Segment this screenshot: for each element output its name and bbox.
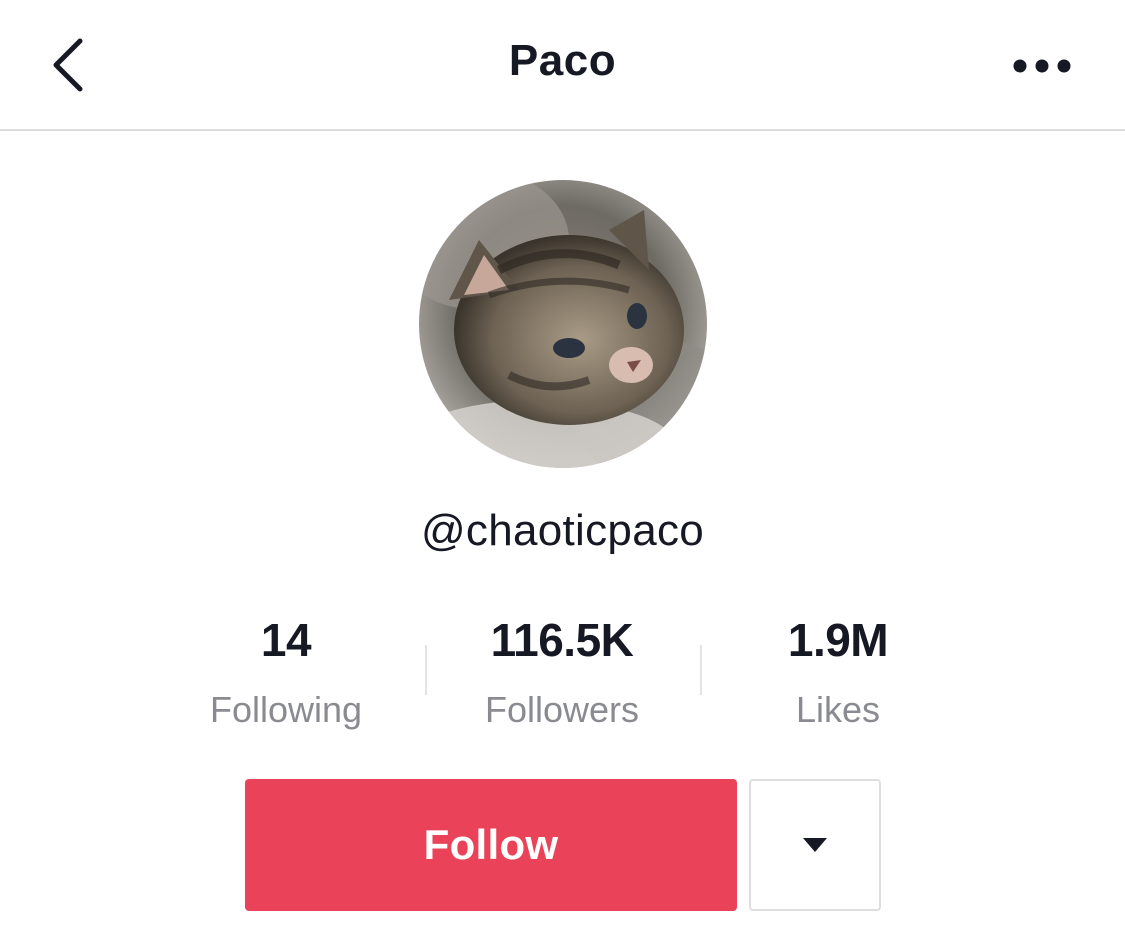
stat-following[interactable]: 14 Following	[156, 612, 416, 732]
ellipsis-icon	[1013, 59, 1071, 73]
followers-count: 116.5K	[490, 614, 634, 666]
nav-header: Paco	[0, 0, 1125, 131]
follow-button[interactable]: Follow	[245, 779, 737, 911]
likes-label: Likes	[795, 689, 881, 730]
stat-likes: 1.9M Likes	[708, 612, 968, 732]
likes-count: 1.9M	[787, 614, 889, 666]
page-title: Paco	[508, 36, 617, 85]
stat-divider	[425, 645, 427, 695]
stat-followers[interactable]: 116.5K Followers	[432, 612, 692, 732]
following-label: Following	[209, 689, 363, 730]
more-options-button[interactable]	[1000, 40, 1084, 92]
username-handle: @chaoticpaco	[420, 506, 705, 555]
profile-screen: Paco @chaoticpaco 14 Following 116.5K Fo…	[0, 0, 1125, 945]
suggested-accounts-dropdown-button[interactable]	[749, 779, 881, 911]
avatar[interactable]	[419, 180, 707, 468]
followers-label: Followers	[484, 689, 640, 730]
following-count: 14	[260, 614, 312, 666]
kitten-avatar-image	[419, 180, 707, 468]
caret-down-icon	[803, 838, 827, 852]
stat-divider	[700, 645, 702, 695]
